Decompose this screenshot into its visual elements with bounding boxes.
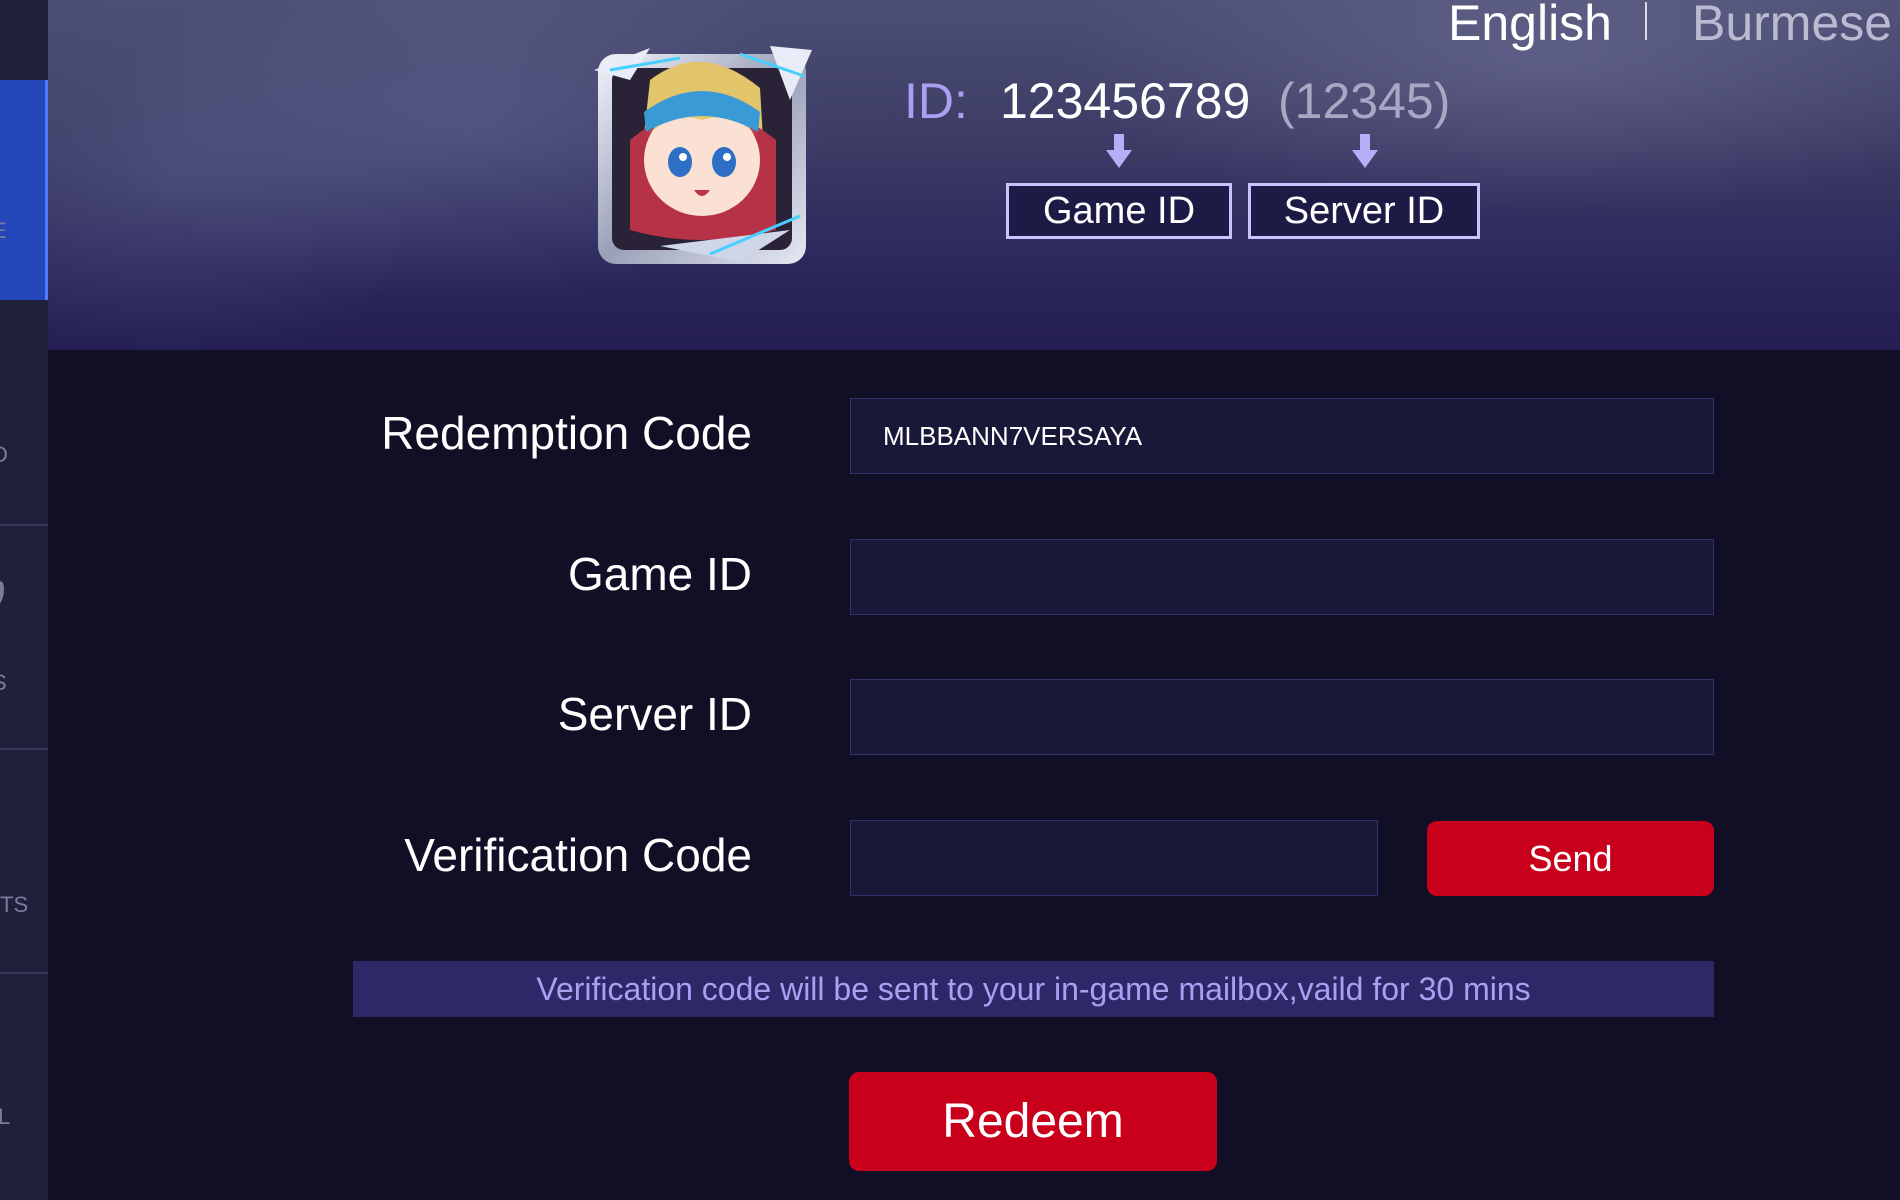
arrow-down-icon <box>1352 134 1378 168</box>
example-game-id: 123456789 <box>1000 73 1251 129</box>
header-banner <box>48 0 1900 350</box>
sidebar-item[interactable]: L <box>0 976 48 1200</box>
hero-avatar <box>594 46 812 264</box>
redeem-button[interactable]: Redeem <box>849 1072 1217 1171</box>
sidebar-item-label: E <box>0 218 7 244</box>
game-id-tag: Game ID <box>1006 183 1232 239</box>
shield-icon <box>0 580 4 604</box>
language-burmese[interactable]: Burmese <box>1692 0 1892 52</box>
example-server-id: (12345) <box>1278 73 1451 129</box>
arrow-down-icon <box>1106 134 1132 168</box>
send-code-button[interactable]: Send <box>1427 821 1714 896</box>
sidebar: E D S TS L <box>0 0 48 1200</box>
verification-code-label: Verification Code <box>404 829 752 881</box>
server-id-input[interactable] <box>850 679 1714 755</box>
game-id-input[interactable] <box>850 539 1714 615</box>
sidebar-item-label: L <box>0 1104 11 1129</box>
server-id-label: Server ID <box>557 688 752 740</box>
language-divider <box>1645 2 1647 40</box>
sidebar-item[interactable]: TS <box>0 752 48 974</box>
sidebar-item-label: TS <box>0 892 29 917</box>
verification-code-input[interactable] <box>850 820 1378 896</box>
sidebar-item-label: D <box>0 442 8 468</box>
sidebar-item-active[interactable]: E <box>0 80 48 300</box>
game-id-label: Game ID <box>567 548 752 600</box>
id-label: ID: <box>904 73 968 129</box>
sidebar-item-label: S <box>0 670 7 696</box>
sidebar-item[interactable]: D <box>0 302 48 526</box>
redemption-code-input[interactable] <box>850 398 1714 474</box>
redemption-code-label: Redemption Code <box>381 407 752 459</box>
language-english[interactable]: English <box>1448 0 1612 52</box>
sidebar-item[interactable]: S <box>0 528 48 750</box>
verification-notice: Verification code will be sent to your i… <box>353 961 1714 1017</box>
sidebar-top <box>0 0 48 80</box>
server-id-tag: Server ID <box>1248 183 1480 239</box>
